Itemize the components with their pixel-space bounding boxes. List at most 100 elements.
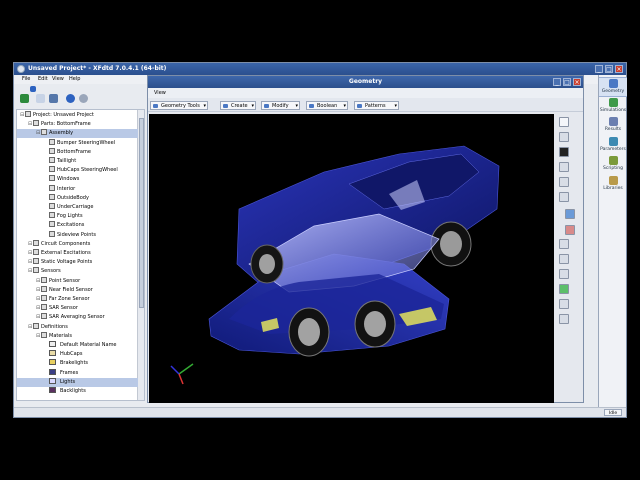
tree-row-label: Sideview Points <box>57 231 96 238</box>
tree-row[interactable]: ⊟ Parts: BottomFrame <box>17 120 138 129</box>
geometry-tools-dropdown[interactable]: Geometry Tools <box>150 101 208 111</box>
3d-viewport[interactable] <box>149 114 554 403</box>
tree-row[interactable]: ⊟ Assembly <box>17 129 138 139</box>
geometry-view-menu[interactable]: View <box>154 90 166 96</box>
tree-row[interactable]: Excitations <box>17 221 138 230</box>
parameters-icon <box>608 136 618 146</box>
maximize-button[interactable]: □ <box>605 65 613 73</box>
tree-row-label: Bumper SteeringWheel <box>57 139 116 146</box>
tree-row[interactable]: ⊟ Point Sensor <box>17 276 138 286</box>
tree-row[interactable]: ⊟ Static Voltage Points <box>17 258 138 267</box>
pan-icon[interactable] <box>559 147 569 157</box>
tree-row[interactable]: HubCaps <box>17 350 138 359</box>
undo-icon[interactable] <box>66 94 75 103</box>
tree-row[interactable]: Sideview Points <box>17 230 138 240</box>
sidebar-item-results[interactable]: Results <box>599 116 627 136</box>
minimize-button[interactable]: _ <box>595 65 603 73</box>
tree-row[interactable]: ⊟ Project: Unsaved Project <box>17 111 138 120</box>
tree-row[interactable]: Frames <box>17 368 138 378</box>
tree-row[interactable]: OutsideBody <box>17 193 138 203</box>
tree-row[interactable]: ⊟ Materials <box>17 331 138 341</box>
display-mode-icon[interactable] <box>559 239 569 249</box>
scripting-icon <box>608 156 618 165</box>
tree-row-label: Circuit Components <box>41 240 91 247</box>
view-cube-icon[interactable] <box>559 177 569 187</box>
sidebar-item-geometry[interactable]: Geometry <box>599 77 627 97</box>
select-icon[interactable] <box>559 117 569 127</box>
close-button[interactable]: × <box>615 65 623 73</box>
zoom-icon[interactable] <box>559 132 569 142</box>
settings-icon[interactable] <box>559 314 569 324</box>
part-icon <box>49 230 55 237</box>
save-icon[interactable] <box>49 94 58 103</box>
tree-row[interactable]: BottomFrame <box>17 147 138 157</box>
sidebar-item-libraries[interactable]: Libraries <box>599 175 627 195</box>
tree-row[interactable]: ⊟ SAR Averaging Sensor <box>17 313 138 322</box>
geometry-menu-bar: View <box>148 88 583 98</box>
parts-icon <box>33 120 39 127</box>
camera-icon[interactable] <box>559 192 569 202</box>
sidebar-item-label: Libraries <box>603 185 623 191</box>
sidebar-item-label: Scripting <box>602 166 623 171</box>
material-swatch <box>49 350 56 357</box>
geometry-minimize-button[interactable]: _ <box>553 78 561 86</box>
wireframe-icon[interactable] <box>559 254 569 264</box>
grid-icon[interactable] <box>559 299 569 309</box>
tree-filter-icon[interactable] <box>30 86 36 92</box>
tree-row[interactable]: Backlights <box>17 387 138 396</box>
sidebar-item-simulations[interactable]: Simulations <box>599 97 627 117</box>
tree-row[interactable]: ⊟ Far Zone Sensor <box>17 295 138 304</box>
tree-row[interactable]: ⊟ External Excitations <box>17 249 138 258</box>
tree-row[interactable]: Default Material Name <box>17 341 138 350</box>
tree-row[interactable]: Brakelights <box>17 359 138 368</box>
tree-scroll-thumb[interactable] <box>139 118 144 308</box>
tree-row[interactable]: ⊟ Sensors <box>17 267 138 276</box>
tree-row[interactable]: Lights <box>17 377 138 387</box>
tree-row[interactable]: ⊟ SAR Sensor <box>17 304 138 313</box>
add-icon[interactable] <box>20 94 29 103</box>
tree-row[interactable]: Windows <box>17 175 138 184</box>
tree-row[interactable]: ⊟ Near Field Sensor <box>17 285 138 295</box>
sensor-icon <box>41 276 47 283</box>
geometry-close-button[interactable]: × <box>573 78 581 86</box>
tree-row[interactable]: Interior <box>17 184 138 194</box>
tree-row[interactable]: Bumper SteeringWheel <box>17 138 138 148</box>
menu-edit[interactable]: Edit <box>38 76 48 82</box>
tree-row[interactable]: UnderCarriage <box>17 203 138 212</box>
circuit-icon <box>33 239 39 246</box>
menu-help[interactable]: Help <box>69 76 80 82</box>
title-bar[interactable]: Unsaved Project* - XFdtd 7.0.4.1 (64-bit… <box>14 63 626 75</box>
geometry-maximize-button[interactable]: □ <box>563 78 571 86</box>
sidebar-item-scripting[interactable]: Scripting <box>599 155 627 175</box>
part-icon <box>49 157 55 163</box>
sidebar-item-parameters[interactable]: Parameters <box>599 136 627 156</box>
tree-row[interactable]: ⊟ Circuit Components <box>17 239 138 249</box>
tree-scrollbar[interactable] <box>137 110 144 400</box>
tree-row-label: Interior <box>57 185 76 192</box>
tree-row[interactable]: HubCaps SteeringWheel <box>17 166 138 175</box>
tree-row-label: OutsideBody <box>57 194 89 201</box>
geometry-title-bar[interactable]: Geometry _ □ × <box>148 76 583 88</box>
sensor-icon <box>41 313 47 320</box>
material-swatch <box>49 359 56 366</box>
create-dropdown[interactable]: Create <box>220 101 256 111</box>
menu-view[interactable]: View <box>52 76 64 82</box>
measure-icon[interactable] <box>565 209 575 219</box>
modify-dropdown[interactable]: Modify <box>261 101 300 111</box>
tree-row[interactable]: Fog Lights <box>17 212 138 221</box>
patterns-dropdown[interactable]: Patterns <box>354 101 399 111</box>
tree-row-label: Near Field Sensor <box>49 286 93 293</box>
open-icon[interactable] <box>36 94 45 103</box>
tree-row[interactable]: Taillight <box>17 157 138 166</box>
menu-file[interactable]: File <box>22 76 30 82</box>
shading-icon[interactable] <box>559 269 569 279</box>
tree-row-label: Windows <box>57 176 80 183</box>
color-icon[interactable] <box>559 284 569 294</box>
probe-icon[interactable] <box>565 225 575 235</box>
tree-row[interactable]: ⊟ Definitions <box>17 322 138 332</box>
boolean-dropdown[interactable]: Boolean <box>306 101 348 111</box>
rotate-icon[interactable] <box>559 162 569 172</box>
part-icon <box>49 166 55 173</box>
materials-icon <box>41 331 47 338</box>
redo-icon[interactable] <box>79 94 88 103</box>
